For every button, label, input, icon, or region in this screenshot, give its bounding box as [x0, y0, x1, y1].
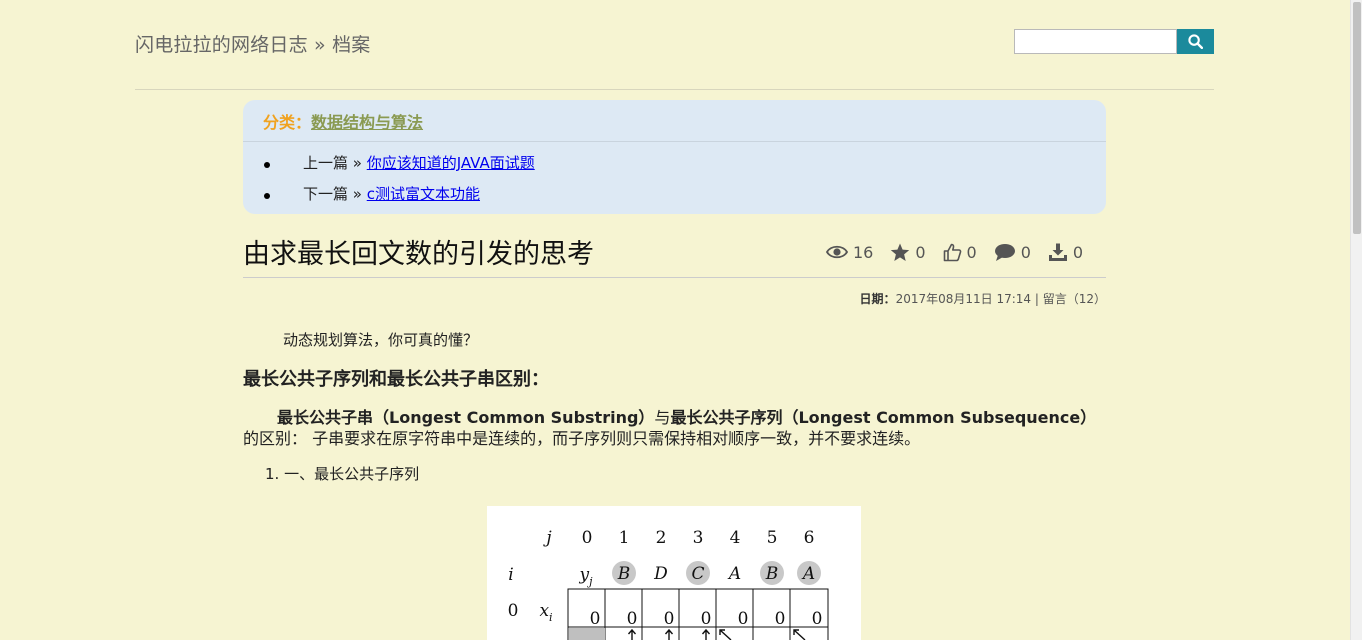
scrollbar-thumb[interactable]: [1353, 2, 1361, 234]
search-input[interactable]: [1014, 29, 1177, 54]
post-stats: 16 0 0 0 0: [826, 240, 1106, 264]
intro-paragraph: 动态规划算法，你可真的懂？: [283, 331, 479, 349]
j-index-3: 3: [693, 528, 704, 548]
next-post-item: 下一篇 » c测试富文本功能: [243, 179, 1106, 210]
lcs-table-figure: j i yj 0 xi 0123456BDCABA0000000: [487, 506, 861, 640]
y-label: yj: [578, 565, 593, 588]
lcs-table-image: j i yj 0 xi 0 1 2 3 4 5 6B D C A B A0 0 0 0 0 0 0: [508, 528, 829, 640]
j-index-0: 0: [582, 528, 593, 548]
paragraph-rest: 的区别： 子串要求在原字符串中是连续的，而子序列则只需保持相对顺序一致，并不要求…: [243, 429, 921, 448]
search-icon: [1188, 34, 1203, 49]
j-index-2: 2: [656, 528, 667, 548]
stars-count: 0: [915, 242, 926, 262]
post-date: 2017年08月11日 17:14: [895, 292, 1032, 306]
y-char-4: A: [727, 564, 741, 584]
y-char-3: C: [691, 564, 704, 584]
likes-stat[interactable]: 0: [943, 243, 977, 262]
shaded-cell: [569, 628, 605, 640]
conjunction: 与: [654, 408, 671, 427]
thumbs-up-icon: [943, 243, 961, 261]
views-count: 16: [853, 242, 874, 262]
j-index-4: 4: [730, 528, 741, 548]
comments-link[interactable]: 留言（12）: [1043, 292, 1106, 306]
site-title[interactable]: 闪电拉拉的网络日志 » 档案: [135, 30, 371, 57]
prev-post-item: 上一篇 » 你应该知道的JAVA面试题: [243, 148, 1106, 179]
cell-0-3: 0: [701, 609, 712, 629]
downloads-stat[interactable]: 0: [1048, 243, 1083, 262]
eye-icon: [826, 245, 848, 259]
cell-0-5: 0: [775, 609, 786, 629]
j-label: j: [542, 528, 552, 548]
bold-term-subsequence: 最长公共子序列（Longest Common Subsequence）: [670, 408, 1097, 427]
row-0-label: 0: [508, 601, 519, 621]
x-label: xi: [539, 601, 552, 624]
cell-0-6: 0: [812, 609, 823, 629]
post-navigation-box: 分类： 数据结构与算法 上一篇 » 你应该知道的JAVA面试题 下一篇 » c测…: [243, 100, 1106, 214]
page-scrollbar[interactable]: [1350, 0, 1362, 640]
meta-separator: |: [1031, 292, 1043, 306]
download-icon: [1048, 243, 1067, 261]
table-border: [567, 588, 829, 640]
prev-post-link[interactable]: 你应该知道的JAVA面试题: [367, 154, 535, 172]
category-link[interactable]: 数据结构与算法: [311, 109, 423, 133]
adjacent-posts-list: 上一篇 » 你应该知道的JAVA面试题 下一篇 » c测试富文本功能: [243, 148, 1106, 210]
comments-count: 0: [1020, 242, 1031, 262]
category-row: 分类： 数据结构与算法: [243, 100, 1106, 142]
bold-term-substring: 最长公共子串（Longest Common Substring）: [277, 408, 655, 427]
cell-0-4: 0: [738, 609, 749, 629]
cell-0-0: 0: [590, 609, 601, 629]
y-char-5: B: [765, 564, 779, 584]
bullet-icon: [264, 193, 270, 199]
j-index-1: 1: [619, 528, 630, 548]
search-button[interactable]: [1177, 29, 1214, 54]
i-label: i: [508, 565, 513, 585]
next-post-link[interactable]: c测试富文本功能: [367, 185, 480, 203]
j-index-6: 6: [804, 528, 815, 548]
likes-count: 0: [966, 242, 977, 262]
y-letter: y: [578, 565, 589, 585]
bullet-icon: [264, 162, 270, 168]
stars-stat[interactable]: 0: [890, 242, 926, 262]
next-post-label: 下一篇 »: [303, 185, 367, 203]
title-divider: [243, 277, 1106, 278]
post-title: 由求最长回文数的引发的思考: [243, 239, 594, 270]
x-subscript: i: [549, 611, 553, 624]
body-paragraph: 最长公共子串（Longest Common Substring）与最长公共子序列…: [243, 407, 1106, 449]
list-text: 一、最长公共子序列: [284, 465, 420, 483]
downloads-count: 0: [1072, 242, 1084, 262]
post-meta: 日期：2017年08月11日 17:14 | 留言（12）: [860, 290, 1106, 307]
x-letter: x: [539, 601, 549, 621]
j-index-5: 5: [767, 528, 778, 548]
search-form: [1014, 29, 1214, 54]
post-content: 动态规划算法，你可真的懂？ 最长公共子序列和最长公共子串区别： 最长公共子串（L…: [243, 325, 1106, 485]
list-number: 1.: [265, 465, 280, 483]
header-divider: [135, 89, 1214, 90]
section-heading: 最长公共子序列和最长公共子串区别：: [243, 369, 549, 390]
list-item: 1. 一、最长公共子序列: [265, 463, 1106, 485]
cell-0-2: 0: [664, 609, 675, 629]
y-char-2: D: [653, 564, 668, 584]
star-icon: [891, 243, 910, 261]
views-stat[interactable]: 16: [826, 243, 873, 262]
arrow-marks: [627, 628, 806, 640]
cell-0-1: 0: [627, 609, 638, 629]
y-char-6: A: [801, 564, 815, 584]
prev-post-label: 上一篇 »: [303, 154, 367, 172]
category-label: 分类：: [263, 112, 312, 132]
date-label: 日期：: [859, 292, 896, 306]
y-char-1: B: [617, 564, 631, 584]
comments-stat[interactable]: 0: [994, 243, 1031, 262]
comment-icon: [994, 243, 1015, 261]
